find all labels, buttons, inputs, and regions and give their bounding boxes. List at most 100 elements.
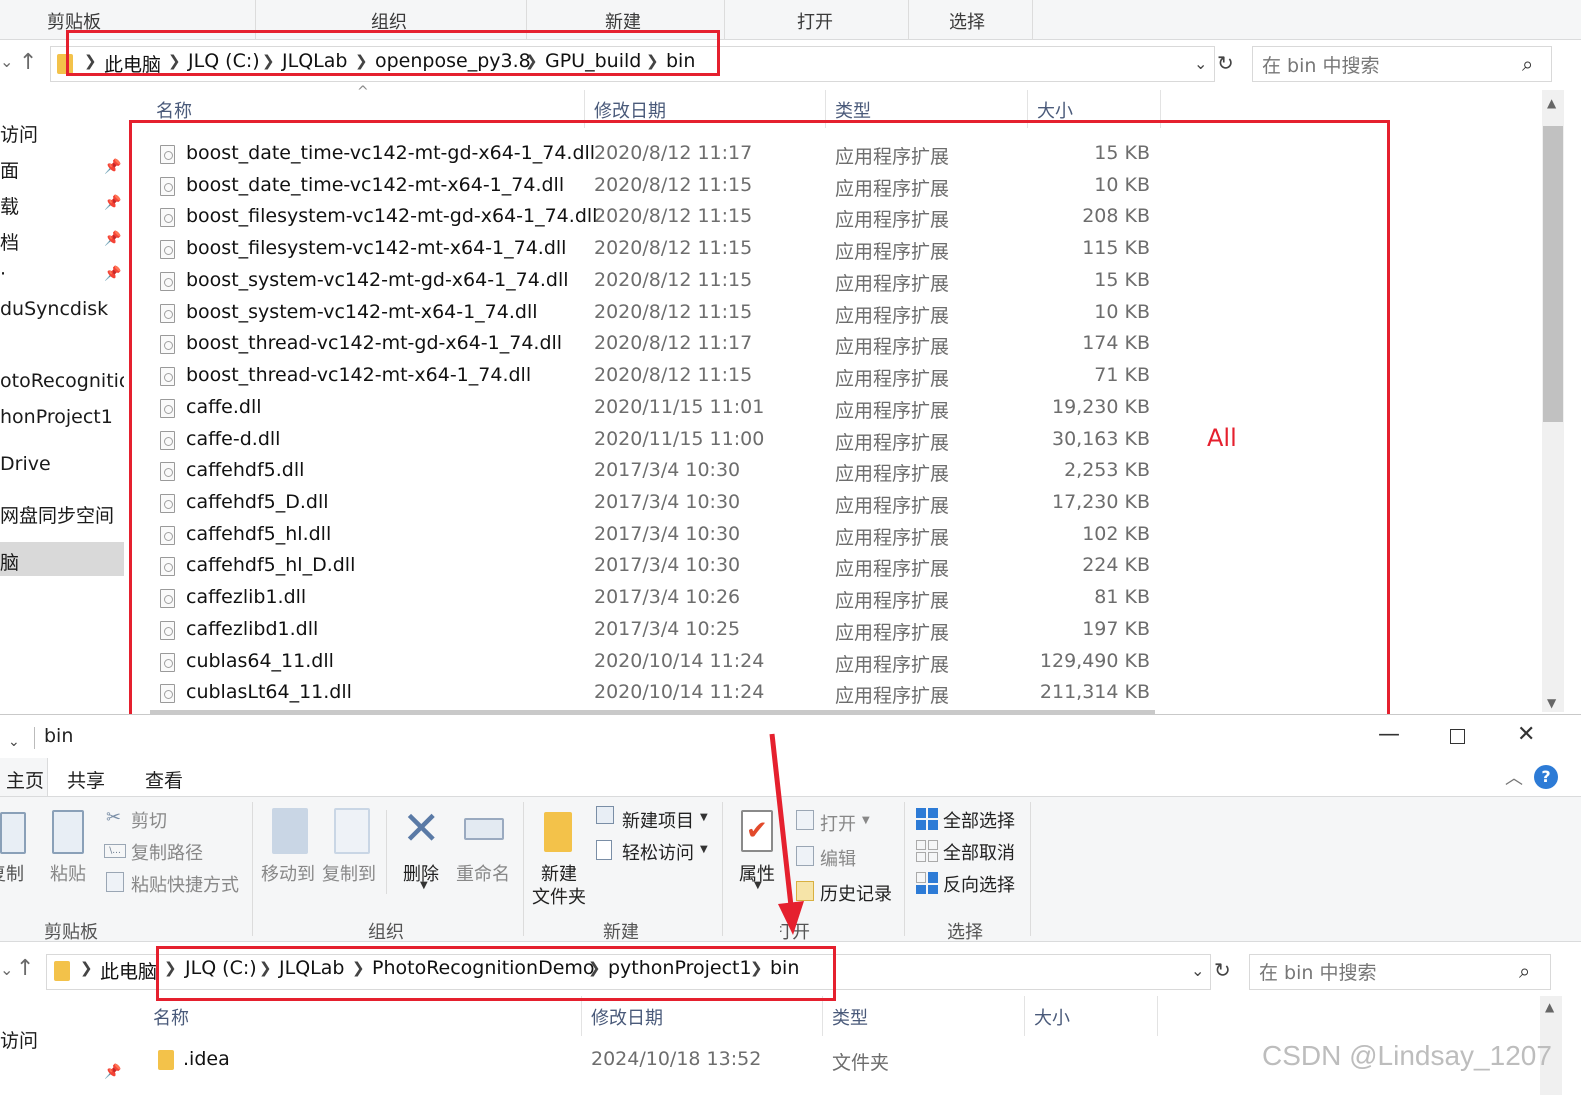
cut-button[interactable]: 剪切	[131, 807, 167, 833]
divider	[1032, 0, 1033, 40]
nav-item-netdisk-sync[interactable]: 网盘同步空间	[0, 501, 124, 528]
pin-icon[interactable]: 📌	[104, 1064, 121, 1080]
properties-dropdown-icon[interactable]: ▼	[754, 880, 762, 891]
recent-dropdown-icon[interactable]: ⌄	[0, 960, 13, 979]
open-icon[interactable]	[796, 810, 814, 830]
select-none-icon[interactable]	[916, 840, 938, 862]
tab-view[interactable]: 查看	[145, 766, 183, 793]
refresh-icon[interactable]: ↻	[1217, 51, 1234, 75]
history-button[interactable]: 历史记录	[820, 880, 892, 906]
close-icon[interactable]: ✕	[1517, 722, 1535, 747]
column-divider[interactable]	[581, 996, 582, 1036]
annotation-destination-path-box	[156, 946, 836, 1001]
collapse-ribbon-icon[interactable]: ︿	[1505, 764, 1523, 790]
file-date: 2024/10/18 13:52	[591, 1048, 762, 1070]
pin-icon[interactable]: 📌	[104, 195, 121, 211]
copy-icon[interactable]	[0, 812, 26, 854]
minimize-icon[interactable]: —	[1378, 722, 1400, 747]
group-label-clipboard: 剪贴板	[44, 922, 98, 943]
nav-item-python-project[interactable]: honProject1	[0, 406, 124, 428]
search-icon[interactable]: ⌕	[1522, 52, 1533, 76]
nav-item-quick-access[interactable]: 访问	[0, 1026, 124, 1053]
column-header-date[interactable]: 修改日期	[591, 1004, 663, 1030]
easy-access-dropdown-icon[interactable]: ▼	[700, 844, 708, 855]
scroll-down-icon[interactable]: ▼	[1547, 696, 1556, 710]
column-header-size[interactable]: 大小	[1034, 1004, 1070, 1030]
select-none-button[interactable]: 全部取消	[943, 839, 1015, 865]
easy-access-button[interactable]: 轻松访问	[622, 839, 694, 865]
nav-item-quick-access[interactable]: 访问	[0, 120, 124, 147]
open-button[interactable]: 打开	[820, 810, 856, 836]
column-divider[interactable]	[822, 996, 823, 1036]
new-folder-icon[interactable]	[544, 812, 572, 852]
help-icon[interactable]: ?	[1534, 765, 1558, 789]
breadcrumb-this-pc[interactable]: 此电脑	[100, 957, 157, 984]
nav-item-baidu-sync[interactable]: duSyncdisk	[0, 298, 124, 320]
paste-icon[interactable]	[52, 810, 84, 854]
edit-icon[interactable]	[796, 846, 814, 866]
select-all-icon[interactable]	[916, 808, 938, 830]
watermark: CSDN @Lindsay_1207	[1262, 1040, 1552, 1071]
sort-ascending-icon: ^	[357, 84, 369, 100]
refresh-icon[interactable]: ↻	[1214, 958, 1231, 982]
search-icon[interactable]: ⌕	[1519, 959, 1530, 983]
copy-to-button[interactable]: 复制到	[322, 860, 376, 886]
nav-item-photo-recognition[interactable]: otoRecognition	[0, 370, 124, 392]
scroll-up-icon[interactable]: ▲	[1545, 1000, 1554, 1014]
rename-button[interactable]: 重命名	[456, 860, 510, 886]
group-label-select: 选择	[947, 922, 983, 943]
history-icon[interactable]	[796, 881, 814, 901]
edit-button[interactable]: 编辑	[820, 845, 856, 871]
copy-path-button[interactable]: 复制路径	[131, 839, 203, 865]
column-divider[interactable]	[1024, 996, 1025, 1036]
column-header-type[interactable]: 类型	[832, 1004, 868, 1030]
column-divider[interactable]	[1157, 996, 1158, 1036]
paste-shortcut-icon[interactable]	[106, 872, 124, 892]
pin-icon[interactable]: 📌	[104, 266, 121, 282]
up-arrow-icon[interactable]: ↑	[16, 956, 34, 981]
recent-dropdown-icon[interactable]: ⌄	[0, 52, 13, 71]
divider	[523, 802, 524, 936]
table-row[interactable]: .idea 2024/10/18 13:52 文件夹	[150, 1044, 1160, 1076]
maximize-icon[interactable]	[1450, 729, 1465, 744]
paste-shortcut-button[interactable]: 粘贴快捷方式	[131, 871, 239, 897]
paste-label[interactable]: 粘贴	[50, 860, 86, 886]
copy-path-icon[interactable]: \...	[104, 844, 126, 858]
copy-to-icon[interactable]	[334, 808, 370, 854]
group-label-open: 打开	[780, 922, 810, 943]
address-history-dropdown-icon[interactable]: ⌄	[1191, 961, 1204, 980]
new-folder-label-2[interactable]: 文件夹	[532, 883, 586, 909]
new-item-dropdown-icon[interactable]: ▼	[700, 812, 708, 823]
invert-selection-icon[interactable]	[916, 872, 938, 894]
copy-label[interactable]: 复制	[0, 860, 24, 891]
address-history-dropdown-icon[interactable]: ⌄	[1194, 54, 1207, 73]
up-arrow-icon[interactable]: ↑	[19, 50, 37, 75]
delete-dropdown-icon[interactable]: ▼	[420, 880, 428, 891]
select-all-button[interactable]: 全部选择	[943, 807, 1015, 833]
tab-share[interactable]: 共享	[67, 766, 105, 793]
open-dropdown-icon[interactable]: ▼	[862, 815, 870, 826]
scrollbar-thumb[interactable]	[1543, 126, 1563, 422]
annotation-source-path-box	[66, 30, 720, 76]
folder-icon	[54, 961, 70, 981]
rename-icon[interactable]	[464, 818, 504, 840]
invert-selection-button[interactable]: 反向选择	[943, 871, 1015, 897]
pin-icon[interactable]: 📌	[104, 159, 121, 175]
move-to-button[interactable]: 移动到	[261, 860, 315, 886]
tab-home[interactable]: 主页	[0, 766, 44, 793]
move-to-icon[interactable]	[272, 808, 308, 854]
new-item-button[interactable]: 新建项目	[622, 807, 694, 833]
pin-icon[interactable]: 📌	[104, 231, 121, 247]
easy-access-icon[interactable]	[596, 840, 612, 860]
divider	[724, 0, 725, 40]
nav-item-this-pc[interactable]: 脑	[0, 548, 124, 575]
new-item-icon[interactable]	[596, 806, 614, 824]
chevron-right-icon[interactable]: ❯	[80, 959, 93, 977]
delete-icon[interactable]: ✕	[402, 800, 441, 856]
scroll-up-icon[interactable]: ▲	[1547, 96, 1556, 110]
quick-access-toolbar-dropdown-icon[interactable]: ⌄	[8, 734, 20, 750]
scissors-icon[interactable]: ✂	[106, 807, 121, 828]
column-header-name[interactable]: 名称	[153, 1004, 189, 1030]
nav-item-onedrive[interactable]: Drive	[0, 453, 124, 475]
properties-icon[interactable]: ✔	[741, 810, 773, 852]
